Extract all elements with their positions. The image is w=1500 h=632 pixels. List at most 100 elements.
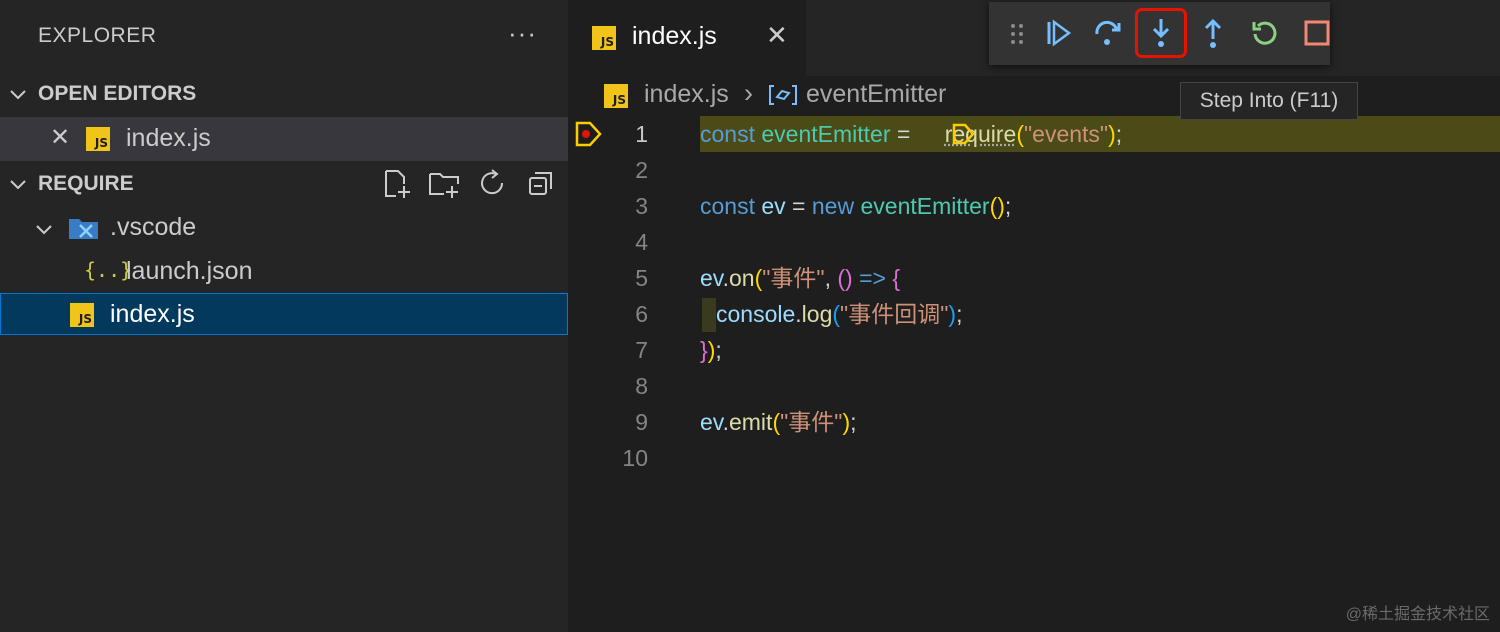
string-token: "事件回调": [840, 301, 949, 327]
bracket-token: (): [837, 265, 853, 291]
punct-token: ;: [956, 301, 963, 327]
new-folder-icon[interactable]: [428, 168, 462, 200]
continue-button[interactable]: [1037, 10, 1079, 56]
string-token: "事件": [762, 265, 825, 291]
explorer-title: EXPLORER: [38, 24, 157, 47]
step-out-button[interactable]: [1192, 10, 1234, 56]
punct-token: ;: [850, 409, 857, 435]
method-token: on: [728, 265, 755, 291]
line-number: 7: [635, 337, 648, 363]
close-icon[interactable]: ✕: [766, 20, 788, 51]
js-file-icon: JS: [604, 84, 628, 108]
tab-index-js[interactable]: JS index.js ✕: [568, 0, 806, 76]
keyword-token: const: [700, 121, 755, 147]
step-into-tooltip: Step Into (F11): [1180, 82, 1358, 120]
tree-item-label: .vscode: [110, 213, 197, 241]
bracket-token: (: [832, 301, 841, 327]
punct-token: ;: [1115, 121, 1123, 147]
collapse-all-icon[interactable]: [526, 168, 556, 198]
code-line-1[interactable]: const eventEmitter = require("events");: [700, 116, 1122, 152]
folder-label: REQUIRE: [38, 172, 134, 195]
js-file-icon: JS: [592, 26, 616, 50]
js-file-icon: JS: [70, 303, 94, 327]
punct-token: ;: [715, 337, 722, 363]
method-token: emit: [728, 409, 773, 435]
punct-token: ,: [824, 265, 838, 291]
open-editor-filename: index.js: [126, 124, 211, 152]
method-token: log: [801, 301, 833, 327]
operator-token: =: [785, 193, 812, 219]
line-number: 4: [635, 229, 648, 255]
refresh-icon[interactable]: [478, 168, 508, 198]
new-file-icon[interactable]: [382, 168, 414, 200]
tree-item-vscode-folder[interactable]: .vscode: [0, 206, 568, 250]
line-number: 2: [635, 157, 648, 183]
js-file-icon: JS: [86, 127, 110, 151]
bracket-token: (: [1016, 121, 1024, 147]
identifier-token: eventEmitter: [761, 121, 891, 147]
continue-icon: [1047, 19, 1072, 47]
bracket-token: ): [842, 409, 851, 435]
bracket-token: {: [892, 265, 901, 291]
stop-button[interactable]: [1296, 10, 1338, 56]
json-file-icon: {..}: [84, 258, 133, 282]
close-icon[interactable]: ✕: [50, 123, 70, 152]
identifier-token: console: [716, 301, 796, 327]
bracket-token: }: [700, 337, 708, 363]
breadcrumb-file[interactable]: index.js: [644, 80, 729, 109]
operator-token: =: [890, 121, 917, 147]
restart-icon: [1252, 21, 1277, 45]
stop-icon: [1304, 20, 1330, 46]
more-actions-icon[interactable]: ···: [508, 18, 537, 49]
variable-symbol-icon: [769, 85, 797, 105]
step-over-button[interactable]: [1087, 10, 1129, 56]
code-line-9[interactable]: ev.emit("事件");: [700, 404, 857, 440]
explorer-sidebar: EXPLORER ··· OPEN EDITORS ✕ JS index.js …: [0, 0, 568, 632]
bracket-token: (: [772, 409, 781, 435]
bracket-token: ): [1108, 121, 1116, 147]
bracket-token: ): [948, 301, 957, 327]
class-token: eventEmitter: [860, 193, 990, 219]
code-line-5[interactable]: ev.on("事件", () => {: [700, 260, 900, 296]
breadcrumb-symbol[interactable]: eventEmitter: [806, 80, 946, 109]
breadcrumb-separator: ›: [744, 78, 753, 108]
inline-breakpoint-icon[interactable]: [952, 123, 976, 145]
folder-header[interactable]: REQUIRE: [0, 162, 568, 206]
step-into-icon: [1152, 19, 1170, 47]
tree-item-label: index.js: [110, 300, 195, 328]
open-editor-item[interactable]: ✕ JS index.js: [0, 117, 568, 161]
line-number: 9: [635, 409, 648, 435]
line-number: 1: [635, 121, 648, 147]
line-number: 10: [622, 445, 648, 471]
chevron-down-icon: [10, 180, 26, 190]
tab-label: index.js: [632, 22, 717, 50]
drag-handle-icon[interactable]: [1009, 22, 1025, 46]
vscode-folder-icon: [69, 219, 98, 239]
restart-button[interactable]: [1244, 10, 1286, 56]
identifier-token: ev: [700, 409, 723, 435]
chevron-down-icon: [36, 225, 52, 235]
tree-item-label: launch.json: [126, 257, 253, 285]
operator-token: =>: [852, 265, 893, 291]
chevron-down-icon: [10, 90, 26, 100]
keyword-token: new: [811, 193, 855, 219]
line-number: 5: [635, 265, 648, 291]
code-line-7[interactable]: });: [700, 332, 722, 368]
string-token: "events": [1023, 121, 1109, 147]
punct-token: ;: [1004, 193, 1012, 219]
code-line-6[interactable]: console.log("事件回调");: [716, 296, 962, 332]
open-editors-header[interactable]: OPEN EDITORS: [0, 72, 568, 116]
keyword-token: const: [700, 193, 755, 219]
breadcrumb: JS index.js › eventEmitter: [568, 78, 1168, 114]
step-into-button[interactable]: [1135, 8, 1187, 58]
code-line-3[interactable]: const ev = new eventEmitter();: [700, 188, 1011, 224]
tree-item-index-js[interactable]: JS index.js: [0, 293, 568, 335]
open-editors-label: OPEN EDITORS: [38, 82, 197, 105]
string-token: "事件": [780, 409, 843, 435]
identifier-token: ev: [761, 193, 786, 219]
tree-item-launch-json[interactable]: {..} launch.json: [0, 250, 568, 294]
debug-toolbar: [989, 2, 1330, 65]
watermark: @稀土掘金技术社区: [1345, 606, 1490, 623]
bracket-token: (): [989, 193, 1005, 219]
indent-guide: [702, 298, 716, 332]
